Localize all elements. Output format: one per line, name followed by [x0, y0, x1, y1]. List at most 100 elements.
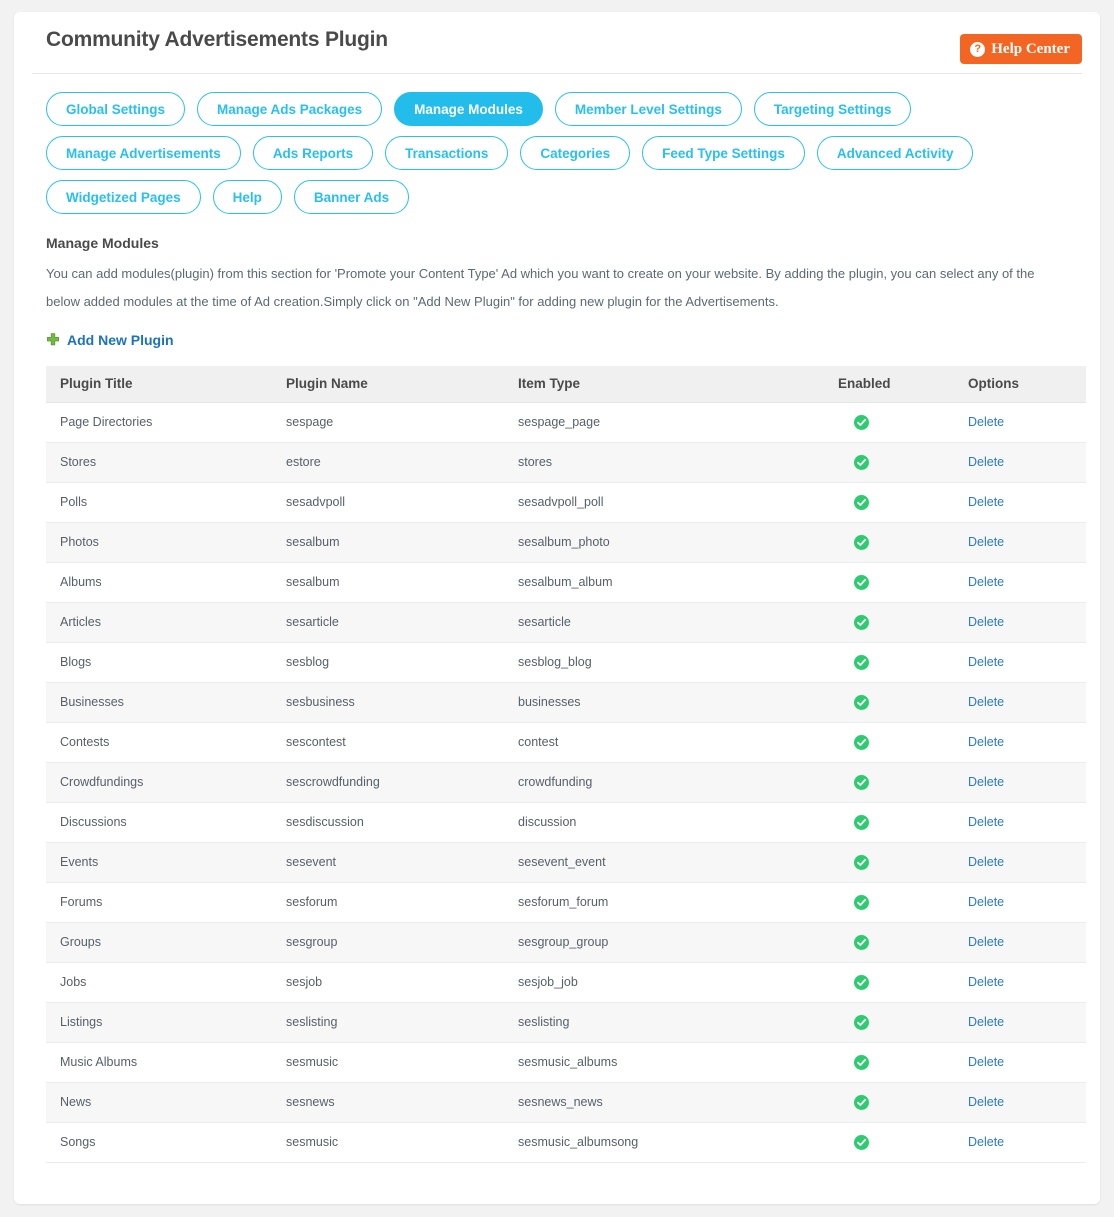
- check-circle-icon[interactable]: [854, 454, 869, 470]
- check-circle-icon[interactable]: [854, 774, 869, 790]
- cell-plugin-name: sesblog: [272, 642, 504, 683]
- table-row: Events sesevent sesevent_event Delete: [46, 842, 1086, 883]
- cell-plugin-title: Crowdfundings: [46, 762, 272, 803]
- tab-manage-ads-packages[interactable]: Manage Ads Packages: [197, 92, 383, 126]
- delete-link[interactable]: Delete: [968, 935, 1004, 949]
- tab-member-level-settings[interactable]: Member Level Settings: [554, 92, 742, 126]
- tab-categories[interactable]: Categories: [520, 136, 631, 170]
- cell-enabled: [824, 522, 954, 563]
- page-title: Community Advertisements Plugin: [46, 28, 388, 51]
- check-circle-icon[interactable]: [854, 654, 869, 670]
- add-new-plugin-link[interactable]: Add New Plugin: [46, 332, 174, 348]
- help-center-button[interactable]: ? Help Center: [960, 34, 1082, 64]
- cell-plugin-name: sesmusic: [272, 1042, 504, 1083]
- cell-plugin-name: sesmusic: [272, 1122, 504, 1163]
- cell-item-type: sesadvpoll_poll: [504, 482, 824, 523]
- check-circle-icon[interactable]: [854, 1134, 869, 1150]
- tab-advanced-activity[interactable]: Advanced Activity: [816, 136, 974, 170]
- cell-enabled: [824, 642, 954, 683]
- table-row: Contests sescontest contest Delete: [46, 722, 1086, 763]
- check-circle-icon[interactable]: [854, 854, 869, 870]
- delete-link[interactable]: Delete: [968, 615, 1004, 629]
- delete-link[interactable]: Delete: [968, 1095, 1004, 1109]
- cell-item-type: sesmusic_albumsong: [504, 1122, 824, 1163]
- tab-manage-advertisements[interactable]: Manage Advertisements: [46, 136, 241, 170]
- cell-plugin-title: Albums: [46, 562, 272, 603]
- cell-options: Delete: [954, 922, 1086, 963]
- tab-help[interactable]: Help: [212, 180, 282, 214]
- delete-link[interactable]: Delete: [968, 815, 1004, 829]
- delete-link[interactable]: Delete: [968, 415, 1004, 429]
- delete-link[interactable]: Delete: [968, 695, 1004, 709]
- delete-link[interactable]: Delete: [968, 895, 1004, 909]
- tab-manage-modules[interactable]: Manage Modules: [394, 92, 543, 126]
- check-circle-icon[interactable]: [854, 934, 869, 950]
- check-circle-icon[interactable]: [854, 1054, 869, 1070]
- modules-table-body: Page Directories sespage sespage_page Delet…: [46, 402, 1086, 1163]
- table-row: Songs sesmusic sesmusic_albumsong Delete: [46, 1122, 1086, 1163]
- tab-targeting-settings[interactable]: Targeting Settings: [753, 92, 912, 126]
- cell-options: Delete: [954, 722, 1086, 763]
- check-circle-icon[interactable]: [854, 1014, 869, 1030]
- cell-item-type: sesalbum_photo: [504, 522, 824, 563]
- table-row: Blogs sesblog sesblog_blog Delete: [46, 642, 1086, 683]
- delete-link[interactable]: Delete: [968, 1015, 1004, 1029]
- delete-link[interactable]: Delete: [968, 535, 1004, 549]
- check-circle-icon[interactable]: [854, 894, 869, 910]
- check-circle-icon[interactable]: [854, 614, 869, 630]
- cell-plugin-name: sesgroup: [272, 922, 504, 963]
- cell-item-type: sespage_page: [504, 402, 824, 443]
- cell-options: Delete: [954, 802, 1086, 843]
- cell-enabled: [824, 402, 954, 443]
- delete-link[interactable]: Delete: [968, 495, 1004, 509]
- tab-ads-reports[interactable]: Ads Reports: [252, 136, 374, 170]
- tab-bar: Global Settings Manage Ads Packages Manage…: [32, 74, 1042, 214]
- tab-transactions[interactable]: Transactions: [385, 136, 509, 170]
- cell-plugin-name: sesdiscussion: [272, 802, 504, 843]
- delete-link[interactable]: Delete: [968, 1135, 1004, 1149]
- tab-feed-type-settings[interactable]: Feed Type Settings: [642, 136, 805, 170]
- column-header-options: Options: [954, 366, 1086, 403]
- table-row: Listings seslisting seslisting Delete: [46, 1002, 1086, 1043]
- cell-plugin-name: sesarticle: [272, 602, 504, 643]
- table-row: Articles sesarticle sesarticle Delete: [46, 602, 1086, 643]
- delete-link[interactable]: Delete: [968, 775, 1004, 789]
- cell-item-type: sesalbum_album: [504, 562, 824, 603]
- tab-widgetized-pages[interactable]: Widgetized Pages: [46, 180, 201, 214]
- check-circle-icon[interactable]: [854, 974, 869, 990]
- tab-banner-ads[interactable]: Banner Ads: [293, 180, 410, 214]
- delete-link[interactable]: Delete: [968, 855, 1004, 869]
- delete-link[interactable]: Delete: [968, 455, 1004, 469]
- delete-link[interactable]: Delete: [968, 975, 1004, 989]
- cell-enabled: [824, 1002, 954, 1043]
- add-new-plugin-label: Add New Plugin: [67, 332, 174, 348]
- cell-item-type: sesgroup_group: [504, 922, 824, 963]
- plus-icon: [46, 333, 60, 347]
- cell-enabled: [824, 562, 954, 603]
- delete-link[interactable]: Delete: [968, 575, 1004, 589]
- cell-item-type: sesjob_job: [504, 962, 824, 1003]
- check-circle-icon[interactable]: [854, 414, 869, 430]
- cell-item-type: stores: [504, 442, 824, 483]
- cell-plugin-title: Stores: [46, 442, 272, 483]
- check-circle-icon[interactable]: [854, 534, 869, 550]
- check-circle-icon[interactable]: [854, 574, 869, 590]
- cell-plugin-name: sespage: [272, 402, 504, 443]
- modules-table: Plugin Title Plugin Name Item Type Enabl…: [46, 366, 1086, 1163]
- cell-options: Delete: [954, 762, 1086, 803]
- cell-plugin-name: sescrowdfunding: [272, 762, 504, 803]
- delete-link[interactable]: Delete: [968, 735, 1004, 749]
- cell-plugin-title: Blogs: [46, 642, 272, 683]
- check-circle-icon[interactable]: [854, 694, 869, 710]
- delete-link[interactable]: Delete: [968, 1055, 1004, 1069]
- tab-global-settings[interactable]: Global Settings: [46, 92, 186, 126]
- cell-plugin-title: Polls: [46, 482, 272, 523]
- cell-options: Delete: [954, 1042, 1086, 1083]
- check-circle-icon[interactable]: [854, 814, 869, 830]
- delete-link[interactable]: Delete: [968, 655, 1004, 669]
- check-circle-icon[interactable]: [854, 494, 869, 510]
- check-circle-icon[interactable]: [854, 734, 869, 750]
- cell-plugin-name: sesalbum: [272, 562, 504, 603]
- cell-options: Delete: [954, 522, 1086, 563]
- check-circle-icon[interactable]: [854, 1094, 869, 1110]
